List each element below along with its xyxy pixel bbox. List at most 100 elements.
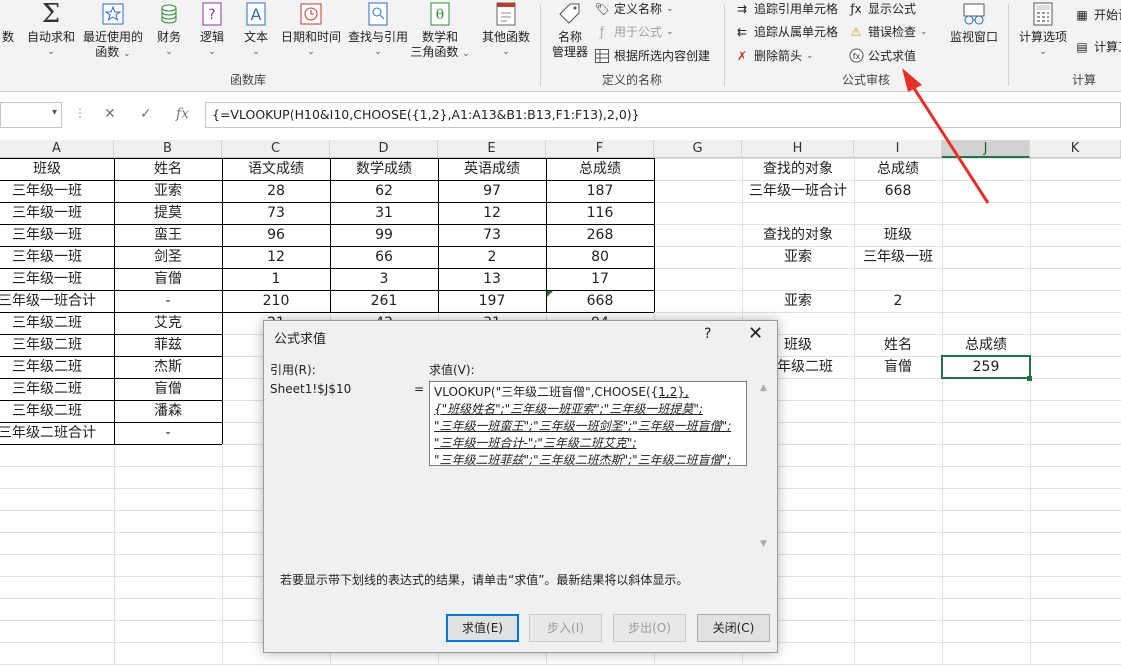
text-button[interactable]: A 文本 ⌄ xyxy=(240,0,272,60)
lookup-button[interactable]: 查找与引用 ⌄ xyxy=(346,0,410,60)
cell[interactable]: 三年级一班合计 xyxy=(0,290,114,312)
cell[interactable]: 197 xyxy=(438,290,546,312)
cell[interactable]: 12 xyxy=(222,246,330,268)
cell[interactable]: 三年级一班 xyxy=(0,246,114,268)
cell[interactable]: 1 xyxy=(222,268,330,290)
watch-window-button[interactable]: 监视窗口 xyxy=(946,0,1002,45)
show-formulas-button[interactable]: ƒx 显示公式 xyxy=(848,0,916,17)
trace-dependents-button[interactable]: ⇇ 追踪从属单元格 xyxy=(734,23,838,40)
cell[interactable]: 三年级一班 xyxy=(0,268,114,290)
insert-function-button[interactable]: 数 xyxy=(0,0,16,45)
scroll-down-icon[interactable]: ▼ xyxy=(760,539,767,549)
cell[interactable]: - xyxy=(114,290,222,312)
cell[interactable]: 66 xyxy=(330,246,438,268)
cell[interactable]: 73 xyxy=(222,202,330,224)
column-header[interactable]: D xyxy=(330,140,438,158)
cell[interactable]: 提莫 xyxy=(114,202,222,224)
cell[interactable]: 班级 xyxy=(854,224,942,246)
cell[interactable]: 总成绩 xyxy=(854,158,942,180)
column-header[interactable]: C xyxy=(222,140,330,158)
column-header[interactable]: A xyxy=(0,140,114,158)
cell[interactable]: 总成绩 xyxy=(942,334,1030,356)
drag-handle-icon[interactable]: ⋮ xyxy=(74,106,86,120)
cell[interactable]: 潘森 xyxy=(114,400,222,422)
cell[interactable]: 3 xyxy=(330,268,438,290)
recent-functions-button[interactable]: 最近使用的 函数 ⌄ xyxy=(82,0,144,62)
evaluate-formula-button[interactable]: fx 公式求值 xyxy=(848,47,916,64)
define-name-button[interactable]: 🏷 定义名称 ⌄ xyxy=(594,0,673,17)
calc-options-button[interactable]: 计算选项 ⌄ xyxy=(1016,0,1070,60)
cell[interactable]: 查找的对象 xyxy=(742,158,854,180)
cell[interactable]: 姓名 xyxy=(854,334,942,356)
cell[interactable]: 三年级一班 xyxy=(0,224,114,246)
step-in-button[interactable]: 步入(I) xyxy=(529,614,602,642)
scroll-up-icon[interactable]: ▲ xyxy=(760,383,767,393)
enter-icon[interactable]: ✓ xyxy=(140,106,152,122)
cell[interactable]: 蛮王 xyxy=(114,224,222,246)
cell[interactable]: 菲兹 xyxy=(114,334,222,356)
cell[interactable]: 三年级一班 xyxy=(854,246,942,268)
dialog-scrollbar[interactable]: ▲ ▼ xyxy=(756,381,772,556)
cell[interactable]: 261 xyxy=(330,290,438,312)
column-header[interactable]: I xyxy=(854,140,942,158)
evaluation-box[interactable]: VLOOKUP("三年级二班盲僧",CHOOSE({1,2}, {"班级姓名";"… xyxy=(429,381,747,466)
cell[interactable]: 31 xyxy=(330,202,438,224)
cell[interactable]: 杰斯 xyxy=(114,356,222,378)
column-header[interactable]: K xyxy=(1030,140,1121,158)
help-icon[interactable]: ? xyxy=(704,326,711,342)
cell[interactable]: 三年级一班 xyxy=(0,180,114,202)
cancel-icon[interactable]: ✕ xyxy=(104,106,116,122)
column-header[interactable]: E xyxy=(438,140,546,158)
cell[interactable]: 116 xyxy=(546,202,654,224)
cell[interactable]: 英语成绩 xyxy=(438,158,546,180)
create-from-selection-button[interactable]: 根据所选内容创建 xyxy=(594,47,710,64)
formula-input[interactable]: {=VLOOKUP(H10&I10,CHOOSE({1,2},A1:A13&B1… xyxy=(205,102,1121,128)
more-functions-button[interactable]: 其他函数 ⌄ xyxy=(480,0,532,60)
fill-handle[interactable] xyxy=(1027,376,1032,381)
cell[interactable]: 三年级二班 xyxy=(0,400,114,422)
insert-function-icon[interactable]: fx xyxy=(176,106,189,122)
cell[interactable]: 亚索 xyxy=(742,246,854,268)
cell[interactable]: 668 xyxy=(854,180,942,202)
cell[interactable]: 17 xyxy=(546,268,654,290)
cell[interactable]: 三年级二班 xyxy=(0,334,114,356)
column-header[interactable]: G xyxy=(654,140,742,158)
cell[interactable]: 268 xyxy=(546,224,654,246)
close-button[interactable]: 关闭(C) xyxy=(697,614,770,642)
name-box[interactable]: ▾ xyxy=(0,102,62,128)
cell[interactable]: 三年级二班 xyxy=(0,356,114,378)
autosum-button[interactable]: Σ 自动求和 ⌄ xyxy=(24,0,78,60)
cell[interactable]: 97 xyxy=(438,180,546,202)
financial-button[interactable]: 财务 ⌄ xyxy=(152,0,186,60)
cell[interactable]: 210 xyxy=(222,290,330,312)
cell[interactable]: 三年级一班合计 xyxy=(742,180,854,202)
column-header[interactable]: B xyxy=(114,140,222,158)
cell[interactable]: 班级 xyxy=(0,158,114,180)
cell[interactable]: 三年级二班 xyxy=(0,312,114,334)
cell[interactable]: 2 xyxy=(438,246,546,268)
cell[interactable]: 668 xyxy=(546,290,654,312)
column-header[interactable]: F xyxy=(546,140,654,158)
cell[interactable]: 艾克 xyxy=(114,312,222,334)
cell[interactable]: 2 xyxy=(854,290,942,312)
cell[interactable]: 三年级一班 xyxy=(0,202,114,224)
cell[interactable]: 13 xyxy=(438,268,546,290)
step-out-button[interactable]: 步出(O) xyxy=(613,614,686,642)
calc-sheet-button[interactable]: ▤ 计算工 xyxy=(1074,38,1121,55)
cell[interactable]: 总成绩 xyxy=(546,158,654,180)
cell[interactable]: 盲僧 xyxy=(854,356,942,378)
cell[interactable]: 28 xyxy=(222,180,330,202)
close-icon[interactable]: ✕ xyxy=(748,323,763,344)
cell[interactable]: 语文成绩 xyxy=(222,158,330,180)
trace-precedents-button[interactable]: ⇉ 追踪引用单元格 xyxy=(734,0,838,17)
cell[interactable]: 62 xyxy=(330,180,438,202)
cell[interactable]: 查找的对象 xyxy=(742,224,854,246)
column-header[interactable]: J xyxy=(942,140,1030,158)
cell[interactable]: 187 xyxy=(546,180,654,202)
logical-button[interactable]: ? 逻辑 ⌄ xyxy=(196,0,228,60)
cell[interactable]: 80 xyxy=(546,246,654,268)
cell[interactable]: 12 xyxy=(438,202,546,224)
cell[interactable]: 姓名 xyxy=(114,158,222,180)
cell[interactable]: 96 xyxy=(222,224,330,246)
cell[interactable]: - xyxy=(114,422,222,444)
